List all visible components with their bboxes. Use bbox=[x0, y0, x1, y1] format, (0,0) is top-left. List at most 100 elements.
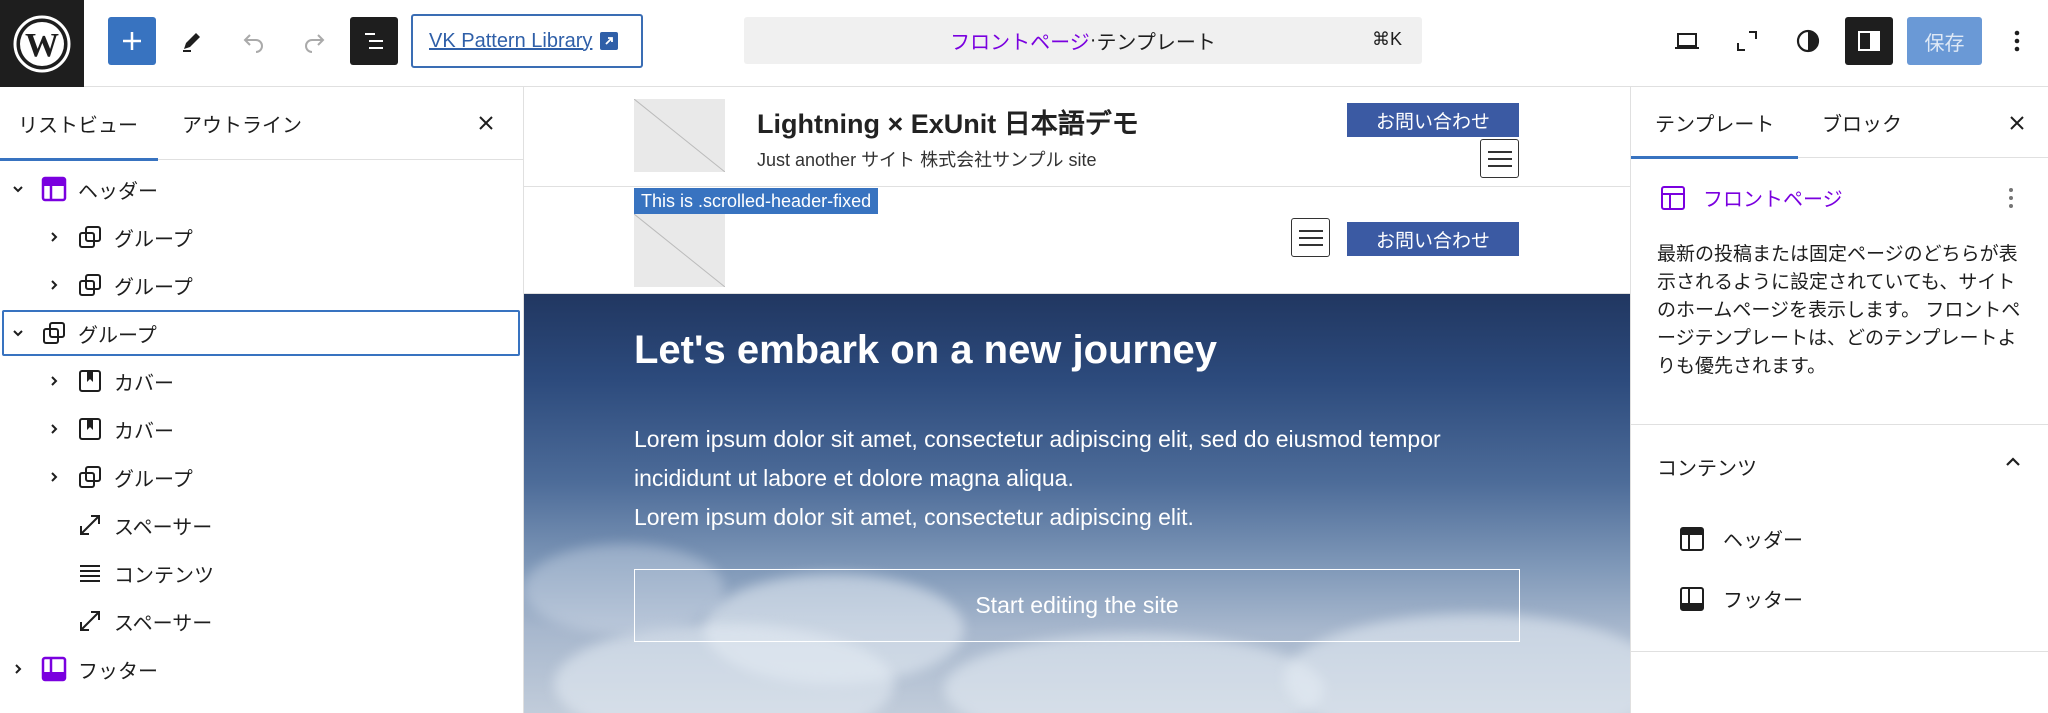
site-editor: W VK Pattern Library フロントページ · テンプレート ⌘K… bbox=[0, 0, 2048, 713]
redo-icon bbox=[305, 34, 325, 53]
styles-button[interactable] bbox=[1784, 17, 1832, 65]
hero-paragraph[interactable]: Lorem ipsum dolor sit amet, consectetur … bbox=[634, 420, 1534, 537]
scrolled-header-label: This is .scrolled-header-fixed bbox=[634, 188, 879, 214]
undo-button[interactable] bbox=[230, 17, 278, 65]
wordpress-icon: W bbox=[13, 15, 71, 72]
block-inserter-button[interactable] bbox=[108, 17, 156, 65]
tab-list-view[interactable]: リストビュー bbox=[0, 87, 158, 161]
svg-text:W: W bbox=[25, 27, 59, 64]
list-item-header[interactable]: ヘッダー bbox=[0, 166, 524, 212]
chevron-right-icon[interactable] bbox=[44, 371, 64, 391]
editor-canvas[interactable]: Lightning × ExUnit 日本語デモ Just another サイ… bbox=[524, 87, 1630, 713]
tab-block[interactable]: ブロック bbox=[1822, 87, 1902, 158]
divider bbox=[1631, 424, 2048, 425]
list-item-spacer[interactable]: スペーサー bbox=[0, 502, 524, 548]
list-item-group-selected[interactable]: グループ bbox=[2, 310, 520, 356]
command-shortcut: ⌘K bbox=[1371, 29, 1402, 49]
editor-top-bar: W VK Pattern Library フロントページ · テンプレート ⌘K… bbox=[0, 0, 2048, 87]
wordpress-logo-button[interactable]: W bbox=[0, 0, 84, 87]
tab-template-label: テンプレート bbox=[1655, 114, 1775, 136]
template-part-header-icon bbox=[40, 175, 68, 203]
template-card-header: フロントページ bbox=[1659, 183, 1843, 212]
list-item-label: コンテンツ bbox=[114, 564, 214, 587]
contact-button[interactable]: お問い合わせ bbox=[1347, 222, 1519, 256]
list-item-footer[interactable]: フッター bbox=[0, 646, 524, 692]
content-item-header[interactable]: ヘッダー bbox=[1679, 524, 1803, 553]
list-view-icon bbox=[365, 33, 383, 49]
site-title[interactable]: Lightning × ExUnit 日本語デモ bbox=[757, 102, 1139, 141]
scrolled-logo-placeholder[interactable] bbox=[634, 214, 725, 287]
list-item-label: カバー bbox=[114, 420, 174, 443]
settings-sidebar: テンプレート ブロック フロントページ 最新の投稿または固定ページのどちらが表示… bbox=[1630, 87, 2048, 713]
close-panel-button[interactable] bbox=[473, 110, 499, 136]
options-menu-button[interactable] bbox=[1993, 17, 2041, 65]
tools-button[interactable] bbox=[168, 17, 216, 65]
footer-icon bbox=[1680, 586, 1704, 611]
list-item-post-content[interactable]: コンテンツ bbox=[0, 550, 524, 596]
list-item-cover[interactable]: カバー bbox=[0, 406, 524, 452]
spacer-icon bbox=[76, 511, 104, 539]
hero-paragraph-line: Lorem ipsum dolor sit amet, consectetur … bbox=[634, 504, 1194, 530]
collapse-panel-button[interactable] bbox=[2002, 451, 2024, 473]
content-panel-title[interactable]: コンテンツ bbox=[1657, 452, 1757, 481]
menu-toggle-button[interactable] bbox=[1291, 218, 1330, 257]
start-editing-button[interactable]: Start editing the site bbox=[634, 569, 1520, 642]
title-separator: · bbox=[1089, 29, 1097, 51]
chevron-right-icon[interactable] bbox=[44, 275, 64, 295]
post-content-icon bbox=[76, 559, 104, 587]
chevron-right-icon[interactable] bbox=[8, 659, 28, 679]
template-actions-button[interactable] bbox=[2000, 183, 2022, 213]
zoom-out-icon bbox=[1737, 31, 1757, 51]
cover-block[interactable]: Let's embark on a new journey Lorem ipsu… bbox=[524, 294, 1630, 713]
save-button[interactable]: 保存 bbox=[1907, 17, 1982, 65]
group-icon bbox=[76, 223, 104, 251]
chevron-right-icon[interactable] bbox=[44, 227, 64, 247]
styles-icon bbox=[1796, 29, 1820, 53]
content-item-label: フッター bbox=[1723, 590, 1803, 612]
pencil-icon bbox=[183, 33, 200, 52]
cloud-decoration bbox=[944, 634, 1324, 713]
settings-sidebar-button[interactable] bbox=[1845, 17, 1893, 65]
tab-template[interactable]: テンプレート bbox=[1631, 87, 1799, 159]
list-item-label: グループ bbox=[114, 276, 193, 299]
list-item-group[interactable]: グループ bbox=[0, 262, 524, 308]
menu-toggle-button[interactable] bbox=[1480, 139, 1519, 178]
chevron-up-icon bbox=[2006, 457, 2020, 466]
command-palette-button[interactable]: フロントページ · テンプレート ⌘K bbox=[744, 17, 1422, 64]
close-settings-button[interactable] bbox=[2004, 110, 2030, 136]
list-item-cover[interactable]: カバー bbox=[0, 358, 524, 404]
list-item-group[interactable]: グループ bbox=[0, 214, 524, 260]
chevron-down-icon[interactable] bbox=[8, 323, 28, 343]
content-item-footer[interactable]: フッター bbox=[1679, 584, 1803, 613]
list-item-group[interactable]: グループ bbox=[0, 454, 524, 500]
list-item-label: スペーサー bbox=[114, 516, 213, 539]
site-header[interactable]: Lightning × ExUnit 日本語デモ Just another サイ… bbox=[524, 87, 1630, 187]
plus-icon bbox=[123, 32, 141, 50]
chevron-right-icon[interactable] bbox=[44, 467, 64, 487]
chevron-right-icon[interactable] bbox=[44, 419, 64, 439]
site-logo-placeholder[interactable] bbox=[634, 99, 725, 172]
redo-button[interactable] bbox=[290, 17, 338, 65]
contact-button[interactable]: お問い合わせ bbox=[1347, 103, 1519, 137]
zoom-out-button[interactable] bbox=[1723, 17, 1771, 65]
pattern-library-label: VK Pattern Library bbox=[429, 29, 593, 52]
site-tagline[interactable]: Just another サイト 株式会社サンプル site bbox=[757, 146, 1097, 172]
template-description: 最新の投稿または固定ページのどちらが表示されるように設定されていても、サイトのホ… bbox=[1657, 244, 2021, 377]
preview-device-button[interactable] bbox=[1663, 17, 1711, 65]
list-item-label: グループ bbox=[114, 468, 193, 491]
hero-heading[interactable]: Let's embark on a new journey bbox=[634, 328, 1217, 373]
settings-tabs: テンプレート ブロック bbox=[1631, 87, 2048, 159]
list-item-spacer[interactable]: スペーサー bbox=[0, 598, 524, 644]
pattern-library-link[interactable]: VK Pattern Library bbox=[411, 14, 643, 68]
desktop-icon bbox=[1675, 33, 1699, 49]
chevron-down-icon[interactable] bbox=[8, 179, 28, 199]
list-item-label: ヘッダー bbox=[78, 180, 158, 203]
sidebar-icon bbox=[1858, 31, 1880, 51]
template-title: フロントページ bbox=[1703, 189, 1843, 211]
document-overview-button[interactable] bbox=[350, 17, 398, 65]
group-icon bbox=[76, 271, 104, 299]
tab-outline[interactable]: アウトライン bbox=[182, 87, 302, 160]
tab-outline-label: アウトライン bbox=[182, 115, 302, 137]
tab-block-label: ブロック bbox=[1822, 114, 1902, 136]
cover-icon bbox=[76, 415, 104, 443]
